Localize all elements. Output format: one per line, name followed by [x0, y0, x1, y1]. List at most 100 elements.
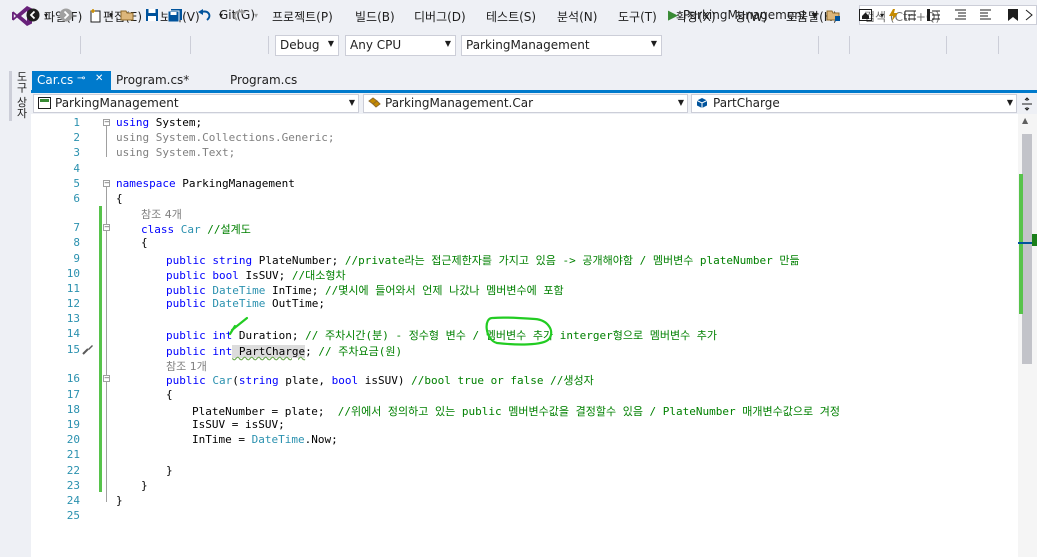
menu-analyze[interactable]: 분석(N) [557, 8, 597, 25]
code-line-7: class Car //설계도 [141, 223, 251, 236]
undo-dropdown-icon[interactable]: ▾ [216, 6, 226, 24]
code-line-10: public bool IsSUV; //대소형차 [166, 269, 346, 282]
bookmark-icon[interactable] [1003, 6, 1023, 24]
code-line-23: } [141, 479, 148, 492]
line-number: 21 [66, 448, 80, 461]
menu-debug[interactable]: 디버그(D) [414, 8, 466, 25]
redo-dropdown-icon[interactable]: ▾ [251, 6, 261, 24]
member-select-value: PartCharge [713, 96, 780, 110]
menu-tools[interactable]: 도구(T) [618, 8, 657, 25]
line-number: 1 [73, 116, 80, 129]
chevron-down-icon: ▼ [348, 98, 355, 107]
code-line-5: namespace ParkingManagement [116, 177, 295, 190]
chevron-down-icon: ▼ [650, 39, 657, 48]
left-tool-strip: 도구 상자 [0, 61, 31, 557]
line-number: 11 [66, 282, 80, 295]
fold-toggle[interactable]: − [103, 224, 110, 231]
field-icon [696, 98, 708, 108]
line-number: 7 [73, 221, 80, 234]
indent-icon[interactable] [975, 6, 995, 24]
scroll-thumb[interactable] [1022, 134, 1032, 364]
scroll-up-icon[interactable]: ▲ [1022, 116, 1028, 125]
menu-project[interactable]: 프로젝트(P) [272, 8, 333, 25]
code-line-17: { [166, 388, 173, 401]
step-into-icon[interactable] [900, 6, 920, 24]
open-folder-icon[interactable] [118, 6, 136, 24]
chevron-down-icon: ▼ [444, 39, 451, 48]
code-line-20: InTime = DateTime.Now; [192, 433, 338, 446]
line-number: 24 [66, 494, 80, 507]
line-number: 15 [66, 343, 80, 356]
tab-car-cs[interactable]: Car.cs ⊸ ✕ [32, 71, 111, 90]
class-reference-count[interactable]: 참조 4개 [141, 206, 182, 222]
fold-guide [106, 382, 107, 472]
fold-toggle[interactable]: − [103, 375, 110, 382]
tab-label: Program.cs [230, 73, 298, 87]
line-number: 13 [66, 312, 80, 325]
new-item-icon[interactable] [86, 6, 104, 24]
start-debugging-label: ParkingManagement [683, 8, 807, 22]
solution-config-select[interactable]: Debug ▼ [275, 35, 339, 56]
change-marker [1019, 174, 1023, 314]
pin-icon[interactable]: ⊸ [77, 73, 85, 84]
code-line-1: using System; [116, 116, 203, 129]
solution-platform-select[interactable]: Any CPU ▼ [345, 35, 456, 56]
line-number: 25 [66, 509, 80, 522]
tab-program-cs[interactable]: Program.cs [225, 71, 336, 90]
csharp-project-icon [38, 97, 51, 109]
line-number: 17 [66, 388, 80, 401]
tab-program-cs-modified[interactable]: Program.cs* [111, 71, 222, 90]
close-icon[interactable]: ✕ [95, 73, 103, 84]
line-number: 23 [66, 479, 80, 492]
start-debugging-button[interactable]: ▶ ParkingManagement ▼ [668, 6, 818, 24]
outdent-icon[interactable] [950, 6, 970, 24]
project-select-value: ParkingManagement [55, 96, 179, 110]
chevron-down-icon: ▼ [327, 39, 334, 48]
new-item-dropdown-icon[interactable]: ▾ [106, 6, 116, 24]
line-number: 2 [73, 131, 80, 144]
split-window-icon[interactable] [1019, 95, 1035, 113]
fold-toggle[interactable]: − [103, 180, 110, 187]
quick-actions-screwdriver-icon[interactable] [82, 343, 94, 358]
tab-label: Program.cs* [116, 73, 190, 87]
chevron-down-icon: ▼ [1006, 98, 1013, 107]
home-icon[interactable] [855, 6, 875, 24]
member-select[interactable]: PartCharge ▼ [691, 94, 1017, 113]
line-number: 6 [73, 192, 80, 205]
line-number: 14 [66, 327, 80, 340]
fold-guide [106, 126, 107, 157]
save-all-icon[interactable] [166, 6, 184, 24]
line-number: 4 [73, 162, 80, 175]
save-icon[interactable] [143, 6, 161, 24]
toolbox-tab[interactable]: 도구 상자 [9, 71, 29, 121]
handwritten-annotation [228, 316, 553, 346]
forward-icon[interactable] [57, 6, 75, 24]
menu-test[interactable]: 테스트(S) [486, 8, 536, 25]
code-line-11: public DateTime InTime; //몇시에 들어와서 언제 나갔… [166, 284, 564, 297]
play-icon: ▶ [668, 7, 678, 23]
redo-icon[interactable] [230, 6, 248, 24]
fold-toggle[interactable]: − [103, 119, 110, 126]
project-select[interactable]: ParkingManagement ▼ [33, 94, 359, 113]
comment-lines-icon[interactable] [923, 6, 943, 24]
line-number: 20 [66, 433, 80, 446]
browse-folder-icon[interactable] [823, 6, 843, 24]
back-dropdown-icon[interactable]: ▾ [41, 6, 51, 24]
undo-icon[interactable] [196, 6, 214, 24]
line-number: 12 [66, 297, 80, 310]
line-number: 9 [73, 252, 80, 265]
code-line-12: public DateTime OutTime; [166, 297, 325, 310]
startup-project-select[interactable]: ParkingManagement ▼ [461, 35, 662, 56]
back-icon[interactable] [24, 6, 42, 24]
line-number: 22 [66, 464, 80, 477]
toolbar-overflow-icon[interactable] [1022, 6, 1036, 24]
tab-label: Car.cs [37, 73, 74, 87]
code-line-16: public Car(string plate, bool isSUV) //b… [166, 374, 594, 387]
code-line-2: using System.Collections.Generic; [116, 131, 335, 144]
chevron-down-icon: ▼ [811, 10, 818, 20]
vertical-scrollbar[interactable]: ▲ [1018, 114, 1037, 557]
line-number: 10 [66, 267, 80, 280]
menu-build[interactable]: 빌드(B) [355, 8, 395, 25]
caret-position-marker [1032, 234, 1037, 246]
class-select[interactable]: ParkingManagement.Car ▼ [363, 94, 688, 113]
